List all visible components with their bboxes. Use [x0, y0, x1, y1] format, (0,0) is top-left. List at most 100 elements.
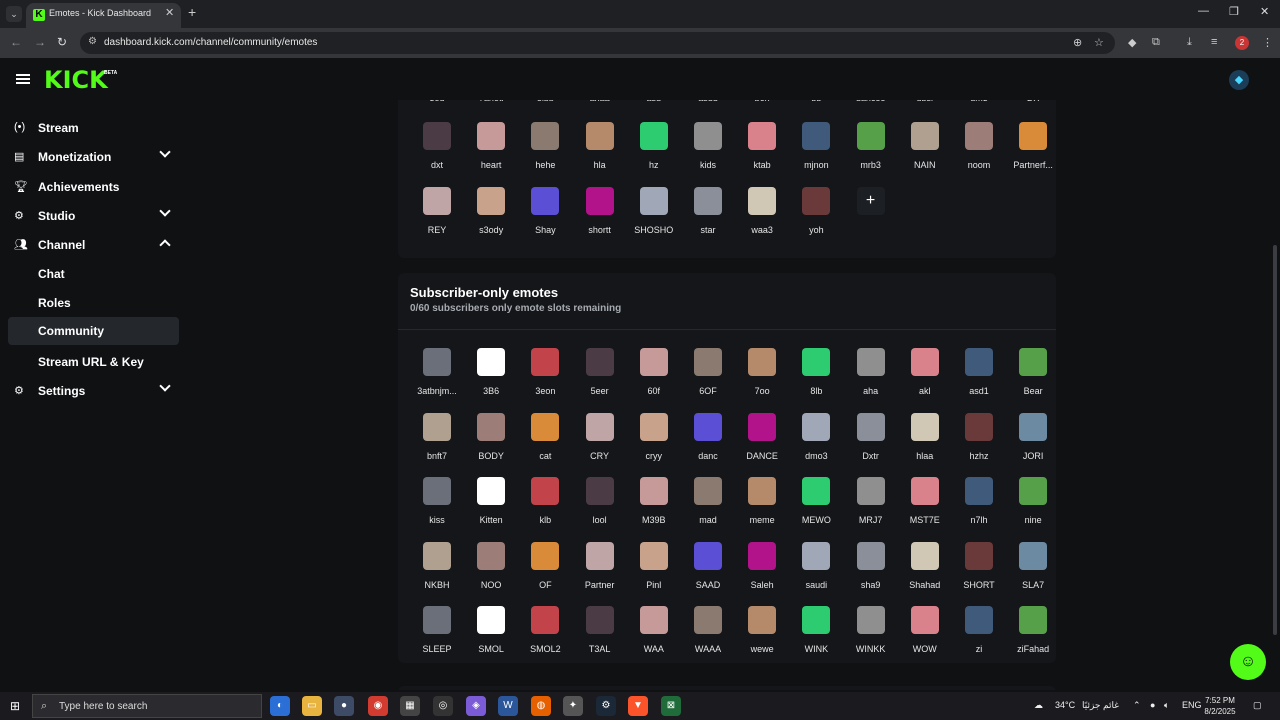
sidebar-item-roles[interactable]: Roles [8, 289, 179, 317]
sidebar-item-achievements[interactable]: 🏆︎ Achievements [8, 173, 179, 201]
windows-start-icon[interactable]: ⊞ [10, 699, 20, 713]
app-icon-4[interactable]: ✦ [563, 696, 583, 716]
language-indicator[interactable]: ENG [1182, 700, 1202, 710]
subscriber-emote[interactable]: T3AL [573, 606, 627, 670]
channel-emote[interactable]: yoh [789, 186, 843, 251]
channel-emote[interactable]: shortt [573, 186, 627, 251]
channel-emote[interactable]: mjnon [789, 122, 843, 186]
microphone-icon[interactable]: ● [1150, 700, 1155, 710]
subscriber-emote[interactable]: wewe [735, 606, 789, 670]
channel-emote[interactable]: mrb3 [844, 122, 898, 186]
app-icon[interactable]: ● [334, 696, 354, 716]
steam-icon[interactable]: ⚙ [596, 696, 616, 716]
channel-emote[interactable]: noom [952, 122, 1006, 186]
subscriber-emote[interactable]: saudi [789, 541, 843, 606]
subscriber-emote[interactable]: mad [681, 477, 735, 541]
tray-chevron-icon[interactable]: ⌃ [1133, 700, 1141, 711]
subscriber-emote[interactable]: kiss [410, 477, 464, 541]
forward-icon[interactable]: → [34, 35, 46, 49]
clock[interactable]: 7:52 PM 8/2/2025 [1200, 695, 1240, 717]
subscriber-emote[interactable]: OF [518, 541, 572, 606]
channel-emote[interactable]: SHOSHO [627, 186, 681, 251]
address-bar[interactable]: ⚙ dashboard.kick.com/channel/community/e… [80, 32, 1115, 54]
subscriber-emote[interactable]: Dxtr [844, 412, 898, 477]
subscriber-emote[interactable]: WOW [898, 606, 952, 670]
extension-diamond-icon[interactable]: ◆ [1128, 36, 1136, 49]
support-chat-button[interactable]: ☺ [1230, 644, 1266, 680]
volume-icon[interactable]: 🔈︎ [1164, 700, 1169, 711]
subscriber-emote[interactable]: Partner [573, 541, 627, 606]
subscriber-emote[interactable]: MRJ7 [844, 477, 898, 541]
tab-search-icon[interactable]: ⌄ [6, 6, 22, 22]
subscriber-emote[interactable]: zi [952, 606, 1006, 670]
channel-emote[interactable]: hehe [518, 122, 572, 186]
subscriber-emote[interactable]: 6OF [681, 348, 735, 412]
copilot-icon[interactable]: ◐ [270, 696, 290, 716]
brave-icon[interactable]: ▼ [628, 696, 648, 716]
channel-emote[interactable]: kids [681, 122, 735, 186]
close-window-icon[interactable]: ✕ [1260, 5, 1269, 18]
subscriber-emote[interactable]: nine [1006, 477, 1060, 541]
tab-close-icon[interactable]: ✕ [165, 6, 174, 19]
subscriber-emote[interactable]: Pinl [627, 541, 681, 606]
subscriber-emote[interactable]: MEWO [789, 477, 843, 541]
notifications-icon[interactable]: ▢ [1253, 700, 1262, 711]
subscriber-emote[interactable]: NOO [464, 541, 518, 606]
page-scrollbar[interactable] [1273, 245, 1277, 635]
subscriber-emote[interactable]: NKBH [410, 541, 464, 606]
sidebar-item-stream[interactable]: (•) Stream [8, 114, 179, 142]
subscriber-emote[interactable]: ziFahad [1006, 606, 1060, 670]
download-icon[interactable]: ⤓ [1187, 36, 1192, 49]
restore-icon[interactable]: ❐ [1229, 5, 1239, 18]
reload-icon[interactable]: ↻ [57, 35, 67, 49]
app-icon-3[interactable]: ◈ [466, 696, 486, 716]
subscriber-emote[interactable]: 3B6 [464, 348, 518, 412]
subscriber-emote[interactable]: MST7E [898, 477, 952, 541]
subscriber-emote[interactable]: hlaa [898, 412, 952, 477]
channel-emote[interactable]: Shay [518, 186, 572, 251]
sidebar-item-studio[interactable]: ⚙ Studio [8, 202, 179, 230]
subscriber-emote[interactable]: DANCE [735, 412, 789, 477]
subscriber-emote[interactable]: klb [518, 477, 572, 541]
sidebar-item-chat[interactable]: Chat [8, 260, 179, 288]
extensions-icon[interactable]: ⧉ [1152, 36, 1160, 49]
browser-tab[interactable]: K Emotes - Kick Dashboard ✕ [26, 3, 181, 28]
sidebar-item-stream-url-key[interactable]: Stream URL & Key [8, 348, 179, 376]
subscriber-emote[interactable]: aha [844, 348, 898, 412]
subscriber-emote[interactable]: SMOL2 [518, 606, 572, 670]
subscriber-emote[interactable]: cat [518, 412, 572, 477]
profile-avatar[interactable]: 2 [1235, 36, 1249, 50]
kick-logo[interactable]: KICK [44, 66, 108, 94]
channel-emote[interactable]: heart [464, 122, 518, 186]
subscriber-emote[interactable]: 3atbnjm... [410, 348, 464, 412]
hamburger-menu-icon[interactable] [16, 74, 30, 84]
zoom-icon[interactable]: ⊕ [1073, 36, 1082, 49]
word-icon[interactable]: W [498, 696, 518, 716]
taskbar-search[interactable]: ⌕ Type here to search [32, 694, 262, 718]
subscriber-emote[interactable]: dmo3 [789, 412, 843, 477]
new-tab-icon[interactable]: + [188, 4, 196, 20]
subscriber-emote[interactable]: 60f [627, 348, 681, 412]
weather-icon[interactable]: ☁ [1034, 700, 1043, 711]
channel-emote[interactable]: REY [410, 186, 464, 251]
subscriber-emote[interactable]: Saleh [735, 541, 789, 606]
back-icon[interactable]: ← [10, 35, 22, 49]
bookmark-star-icon[interactable]: ☆ [1094, 36, 1104, 49]
subscriber-emote[interactable]: Bear [1006, 348, 1060, 412]
subscriber-emote[interactable]: SLA7 [1006, 541, 1060, 606]
sidebar-item-monetization[interactable]: ▤ Monetization [8, 143, 179, 171]
app-icon-5[interactable]: ⊠ [661, 696, 681, 716]
media-icon[interactable]: ≡ [1211, 36, 1217, 48]
subscriber-emote[interactable]: 8lb [789, 348, 843, 412]
subscriber-emote[interactable]: 7oo [735, 348, 789, 412]
subscriber-emote[interactable]: lool [573, 477, 627, 541]
channel-emote[interactable]: star [681, 186, 735, 251]
subscriber-emote[interactable]: BODY [464, 412, 518, 477]
channel-emote[interactable]: Partnerf... [1006, 122, 1060, 186]
channel-emote[interactable]: dxt [410, 122, 464, 186]
subscriber-emote[interactable]: sha9 [844, 541, 898, 606]
channel-emote[interactable]: waa3 [735, 186, 789, 251]
subscriber-emote[interactable]: SHORT [952, 541, 1006, 606]
subscriber-emote[interactable]: n7lh [952, 477, 1006, 541]
sidebar-item-community[interactable]: Community [8, 317, 179, 345]
